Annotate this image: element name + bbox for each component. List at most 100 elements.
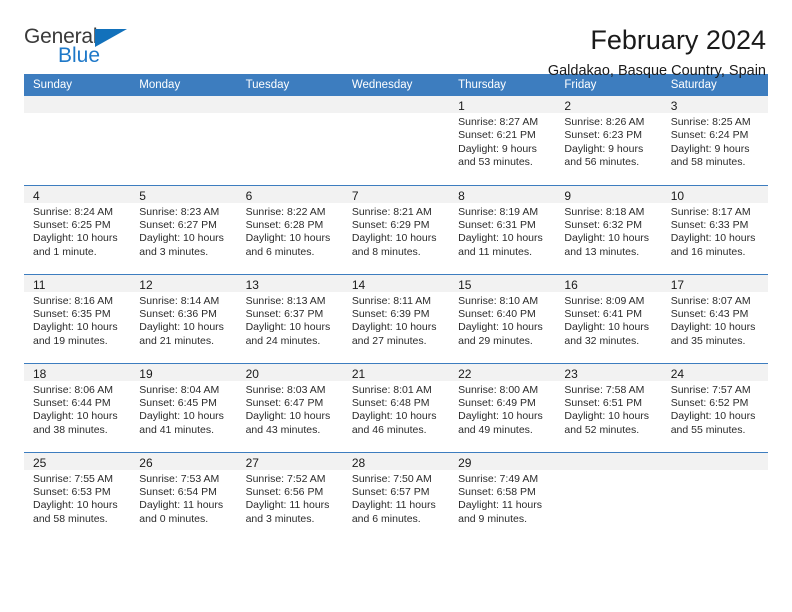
day-details: Sunrise: 8:13 AM Sunset: 6:37 PM Daylight:… — [237, 292, 343, 349]
calendar-day-cell[interactable]: 23 Sunrise: 7:58 AM Sunset: 6:51 PM Dayligh… — [555, 362, 662, 452]
sunrise-text: Sunrise: 8:01 AM — [351, 383, 432, 396]
daylight-text: Daylight: 10 hours and 49 minutes. — [458, 410, 543, 436]
day-details: Sunrise: 7:50 AM Sunset: 6:57 PM Daylight:… — [343, 470, 449, 527]
calendar-day-cell[interactable]: 21 Sunrise: 8:01 AM Sunset: 6:48 PM Dayligh… — [342, 362, 450, 452]
sunset-text: Sunset: 6:36 PM — [139, 307, 217, 320]
calendar-day-cell[interactable]: 12 Sunrise: 8:14 AM Sunset: 6:36 PM Dayligh… — [130, 273, 237, 363]
calendar-day-cell[interactable]: 24 Sunrise: 7:57 AM Sunset: 6:52 PM Dayligh… — [661, 362, 768, 452]
sunrise-text: Sunrise: 7:57 AM — [670, 383, 751, 396]
calendar-day-cell[interactable]: 2 Sunrise: 8:26 AM Sunset: 6:23 PM Daylight… — [555, 96, 662, 185]
day-number: 12 — [130, 274, 237, 292]
calendar-day-cell[interactable]: 27 Sunrise: 7:52 AM Sunset: 6:56 PM Dayligh… — [236, 451, 343, 541]
sunrise-text: Sunrise: 8:09 AM — [564, 294, 645, 307]
calendar-day-cell[interactable]: 3 Sunrise: 8:25 AM Sunset: 6:24 PM Daylight… — [661, 96, 768, 185]
sunset-text: Sunset: 6:21 PM — [458, 129, 536, 142]
day-details: Sunrise: 8:00 AM Sunset: 6:49 PM Daylight:… — [449, 381, 555, 438]
calendar-day-cell[interactable]: 20 Sunrise: 8:03 AM Sunset: 6:47 PM Dayligh… — [236, 362, 343, 452]
calendar-day-cell[interactable]: 25 Sunrise: 7:55 AM Sunset: 6:53 PM Dayligh… — [24, 451, 131, 541]
logo-triangle-icon — [95, 29, 127, 47]
daylight-text: Daylight: 11 hours and 3 minutes. — [245, 499, 330, 525]
calendar-day-cell[interactable]: 9 Sunrise: 8:18 AM Sunset: 6:32 PM Daylight… — [555, 184, 662, 274]
sunset-text: Sunset: 6:44 PM — [33, 396, 111, 409]
calendar-day-cell-empty — [236, 96, 343, 185]
daylight-text: Daylight: 10 hours and 58 minutes. — [33, 499, 118, 525]
sunset-text: Sunset: 6:27 PM — [139, 218, 217, 231]
weekday-header-thursday: Thursday — [449, 74, 556, 96]
daylight-text: Daylight: 10 hours and 52 minutes. — [564, 410, 650, 436]
daylight-text: Daylight: 10 hours and 16 minutes. — [670, 232, 756, 258]
calendar-day-cell[interactable]: 10 Sunrise: 8:17 AM Sunset: 6:33 PM Dayligh… — [661, 184, 768, 274]
calendar-day-cell[interactable]: 18 Sunrise: 8:06 AM Sunset: 6:44 PM Dayligh… — [24, 362, 131, 452]
day-number: 20 — [236, 363, 343, 381]
sunrise-text: Sunrise: 8:27 AM — [458, 116, 539, 128]
day-details: Sunrise: 8:01 AM Sunset: 6:48 PM Daylight:… — [343, 381, 449, 438]
day-number: 21 — [342, 363, 450, 381]
day-details: Sunrise: 8:23 AM Sunset: 6:27 PM Daylight:… — [130, 203, 236, 260]
calendar-day-cell[interactable]: 14 Sunrise: 8:11 AM Sunset: 6:39 PM Dayligh… — [342, 273, 450, 363]
daylight-text: Daylight: 10 hours and 3 minutes. — [139, 232, 224, 258]
calendar-day-cell[interactable]: 19 Sunrise: 8:04 AM Sunset: 6:45 PM Dayligh… — [130, 362, 237, 452]
sunrise-text: Sunrise: 8:17 AM — [670, 205, 751, 218]
sunrise-text: Sunrise: 8:13 AM — [245, 294, 326, 307]
calendar-day-cell-empty — [661, 451, 768, 541]
sunrise-text: Sunrise: 8:06 AM — [33, 383, 113, 396]
calendar-day-cell[interactable]: 11 Sunrise: 8:16 AM Sunset: 6:35 PM Dayligh… — [24, 273, 131, 363]
sunrise-text: Sunrise: 8:03 AM — [245, 383, 326, 396]
calendar-week-row: 1 Sunrise: 8:27 AM Sunset: 6:21 PM Daylight… — [24, 96, 768, 185]
sunrise-text: Sunrise: 8:18 AM — [564, 205, 645, 218]
calendar-day-cell[interactable]: 7 Sunrise: 8:21 AM Sunset: 6:29 PM Daylight… — [342, 184, 450, 274]
day-details: Sunrise: 8:07 AM Sunset: 6:43 PM Daylight:… — [662, 292, 768, 349]
calendar-day-cell[interactable]: 15 Sunrise: 8:10 AM Sunset: 6:40 PM Dayligh… — [449, 273, 556, 363]
sunset-text: Sunset: 6:51 PM — [564, 396, 643, 409]
sunrise-text: Sunrise: 8:19 AM — [458, 205, 539, 218]
day-details: Sunrise: 8:22 AM Sunset: 6:28 PM Daylight:… — [237, 203, 343, 260]
sunset-text: Sunset: 6:40 PM — [458, 307, 536, 320]
calendar-day-cell[interactable]: 13 Sunrise: 8:13 AM Sunset: 6:37 PM Dayligh… — [236, 273, 343, 363]
weekday-header-monday: Monday — [130, 74, 237, 96]
sunrise-text: Sunrise: 8:21 AM — [351, 205, 432, 218]
daylight-text: Daylight: 10 hours and 29 minutes. — [458, 321, 543, 347]
sunset-text: Sunset: 6:56 PM — [245, 485, 324, 498]
calendar-day-cell[interactable]: 22 Sunrise: 8:00 AM Sunset: 6:49 PM Dayligh… — [449, 362, 556, 452]
sunset-text: Sunset: 6:45 PM — [139, 396, 217, 409]
day-number — [342, 96, 450, 113]
daylight-text: Daylight: 10 hours and 27 minutes. — [351, 321, 437, 347]
sunset-text: Sunset: 6:28 PM — [245, 218, 324, 231]
sunset-text: Sunset: 6:48 PM — [351, 396, 430, 409]
daylight-text: Daylight: 10 hours and 1 minute. — [33, 232, 118, 258]
day-details: Sunrise: 8:09 AM Sunset: 6:41 PM Daylight:… — [555, 292, 661, 349]
sunset-text: Sunset: 6:41 PM — [564, 307, 643, 320]
calendar-day-cell[interactable]: 17 Sunrise: 8:07 AM Sunset: 6:43 PM Dayligh… — [661, 273, 768, 363]
calendar-day-cell[interactable]: 26 Sunrise: 7:53 AM Sunset: 6:54 PM Dayligh… — [130, 451, 237, 541]
sunset-text: Sunset: 6:47 PM — [245, 396, 324, 409]
sunset-text: Sunset: 6:24 PM — [670, 129, 749, 142]
daylight-text: Daylight: 10 hours and 8 minutes. — [351, 232, 437, 258]
daylight-text: Daylight: 10 hours and 46 minutes. — [351, 410, 437, 436]
day-details: Sunrise: 7:53 AM Sunset: 6:54 PM Daylight:… — [130, 470, 236, 527]
day-details: Sunrise: 8:25 AM Sunset: 6:24 PM Daylight:… — [662, 113, 768, 170]
day-number — [555, 452, 662, 470]
daylight-text: Daylight: 10 hours and 19 minutes. — [33, 321, 118, 347]
calendar-day-cell[interactable]: 5 Sunrise: 8:23 AM Sunset: 6:27 PM Daylight… — [130, 184, 237, 274]
calendar-day-cell[interactable]: 28 Sunrise: 7:50 AM Sunset: 6:57 PM Dayligh… — [342, 451, 450, 541]
sunset-text: Sunset: 6:33 PM — [670, 218, 749, 231]
calendar-day-cell[interactable]: 4 Sunrise: 8:24 AM Sunset: 6:25 PM Daylight… — [24, 184, 131, 274]
calendar-day-cell[interactable]: 1 Sunrise: 8:27 AM Sunset: 6:21 PM Daylight… — [449, 96, 556, 185]
calendar-day-cell[interactable]: 8 Sunrise: 8:19 AM Sunset: 6:31 PM Daylight… — [449, 184, 556, 274]
calendar-day-cell-empty — [342, 96, 450, 185]
day-details: Sunrise: 8:16 AM Sunset: 6:35 PM Daylight:… — [24, 292, 130, 349]
day-details: Sunrise: 7:49 AM Sunset: 6:58 PM Daylight:… — [449, 470, 555, 527]
calendar-day-cell[interactable]: 29 Sunrise: 7:49 AM Sunset: 6:58 PM Dayligh… — [449, 451, 556, 541]
sunset-text: Sunset: 6:49 PM — [458, 396, 536, 409]
sunset-text: Sunset: 6:53 PM — [33, 485, 111, 498]
general-blue-logo[interactable]: General Blue — [24, 26, 144, 76]
calendar-body: 1 Sunrise: 8:27 AM Sunset: 6:21 PM Daylight… — [24, 96, 768, 541]
calendar-day-cell[interactable]: 16 Sunrise: 8:09 AM Sunset: 6:41 PM Dayligh… — [555, 273, 662, 363]
calendar-day-cell[interactable]: 6 Sunrise: 8:22 AM Sunset: 6:28 PM Daylight… — [236, 184, 343, 274]
day-number: 22 — [449, 363, 556, 381]
day-details: Sunrise: 8:27 AM Sunset: 6:21 PM Daylight:… — [449, 113, 555, 170]
day-number — [236, 96, 343, 113]
daylight-text: Daylight: 10 hours and 55 minutes. — [670, 410, 756, 436]
day-details: Sunrise: 7:58 AM Sunset: 6:51 PM Daylight:… — [555, 381, 661, 438]
sunrise-text: Sunrise: 7:55 AM — [33, 472, 113, 485]
